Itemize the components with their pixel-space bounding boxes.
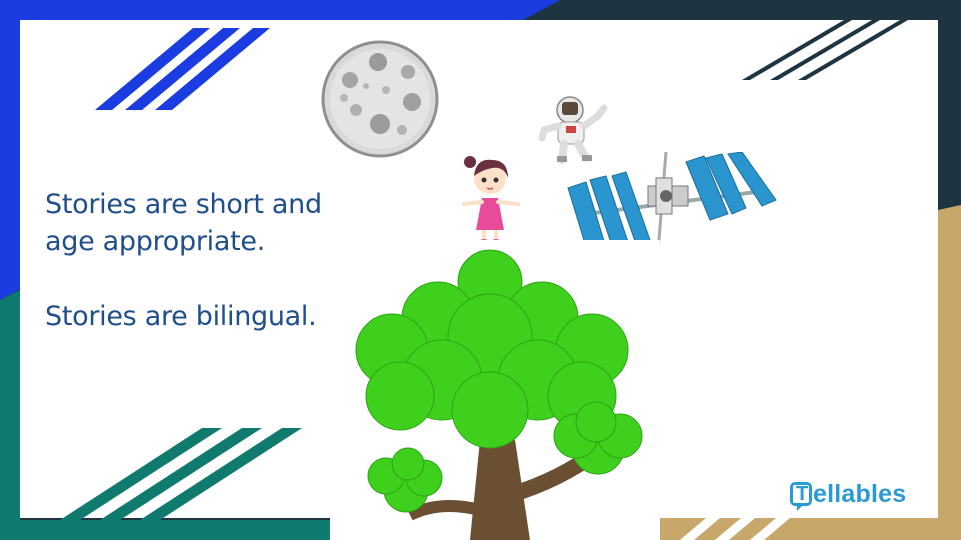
tellables-logo: T ellables — [790, 476, 906, 512]
moon-illustration — [321, 40, 439, 158]
tellables-logo-text: ellables — [813, 479, 907, 508]
tellables-logo-icon: T — [790, 482, 812, 511]
text-short-age: Stories are short and age appropriate. — [45, 186, 365, 260]
girl-illustration — [462, 156, 520, 245]
text-line-2: age appropriate. — [45, 226, 265, 257]
text-line-1: Stories are short and — [45, 189, 322, 220]
slide-text: Stories are short and age appropriate. S… — [45, 186, 365, 373]
text-bilingual: Stories are bilingual. — [45, 298, 365, 335]
text-line-3: Stories are bilingual. — [45, 301, 317, 332]
tree-illustration — [330, 240, 660, 540]
